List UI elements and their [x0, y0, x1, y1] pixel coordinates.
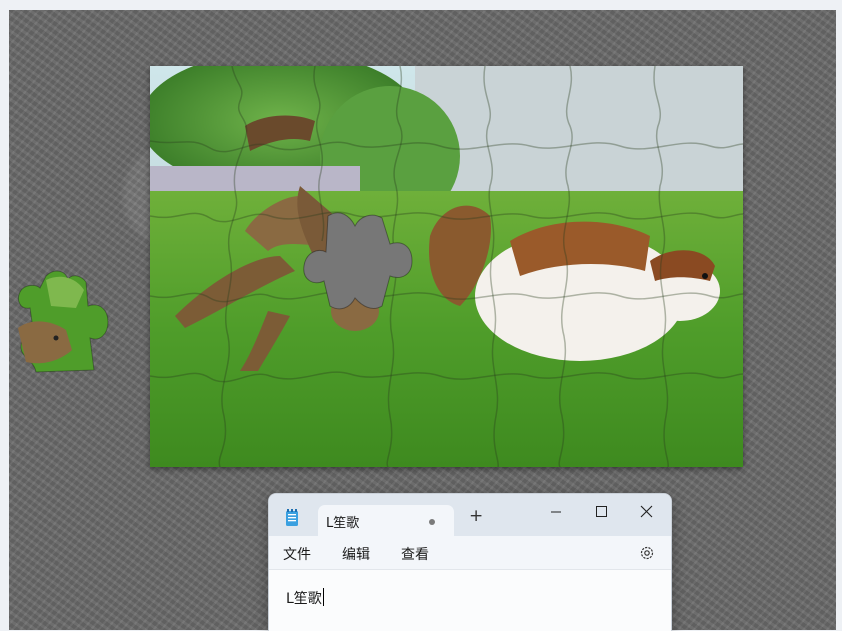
unsaved-indicator-icon[interactable] — [429, 519, 435, 525]
tab-title: L笙歌 — [326, 516, 360, 531]
maximize-button[interactable] — [586, 500, 616, 524]
gear-icon[interactable] — [638, 544, 656, 562]
tab-document[interactable]: L笙歌 — [318, 505, 454, 536]
wall — [415, 66, 743, 201]
minimize-button[interactable] — [541, 500, 571, 524]
menu-view[interactable]: 查看 — [401, 544, 429, 564]
menu-bar: 文件 编辑 查看 — [269, 536, 671, 570]
close-button[interactable] — [631, 500, 661, 524]
text-caret — [322, 588, 324, 606]
loose-puzzle-piece[interactable] — [16, 268, 109, 374]
notepad-window[interactable]: L笙歌 + 文件 编辑 查看 L笙歌 — [268, 493, 672, 631]
puzzle-image[interactable] — [150, 66, 743, 467]
title-bar[interactable]: L笙歌 + — [269, 494, 671, 536]
text-editor[interactable]: L笙歌 — [269, 570, 671, 631]
notepad-icon — [286, 509, 298, 526]
menu-edit[interactable]: 编辑 — [342, 544, 370, 564]
editor-text: L笙歌 — [286, 591, 322, 607]
editor-content: L笙歌 — [286, 588, 324, 608]
menu-file[interactable]: 文件 — [283, 544, 311, 564]
new-tab-button[interactable]: + — [469, 508, 483, 525]
